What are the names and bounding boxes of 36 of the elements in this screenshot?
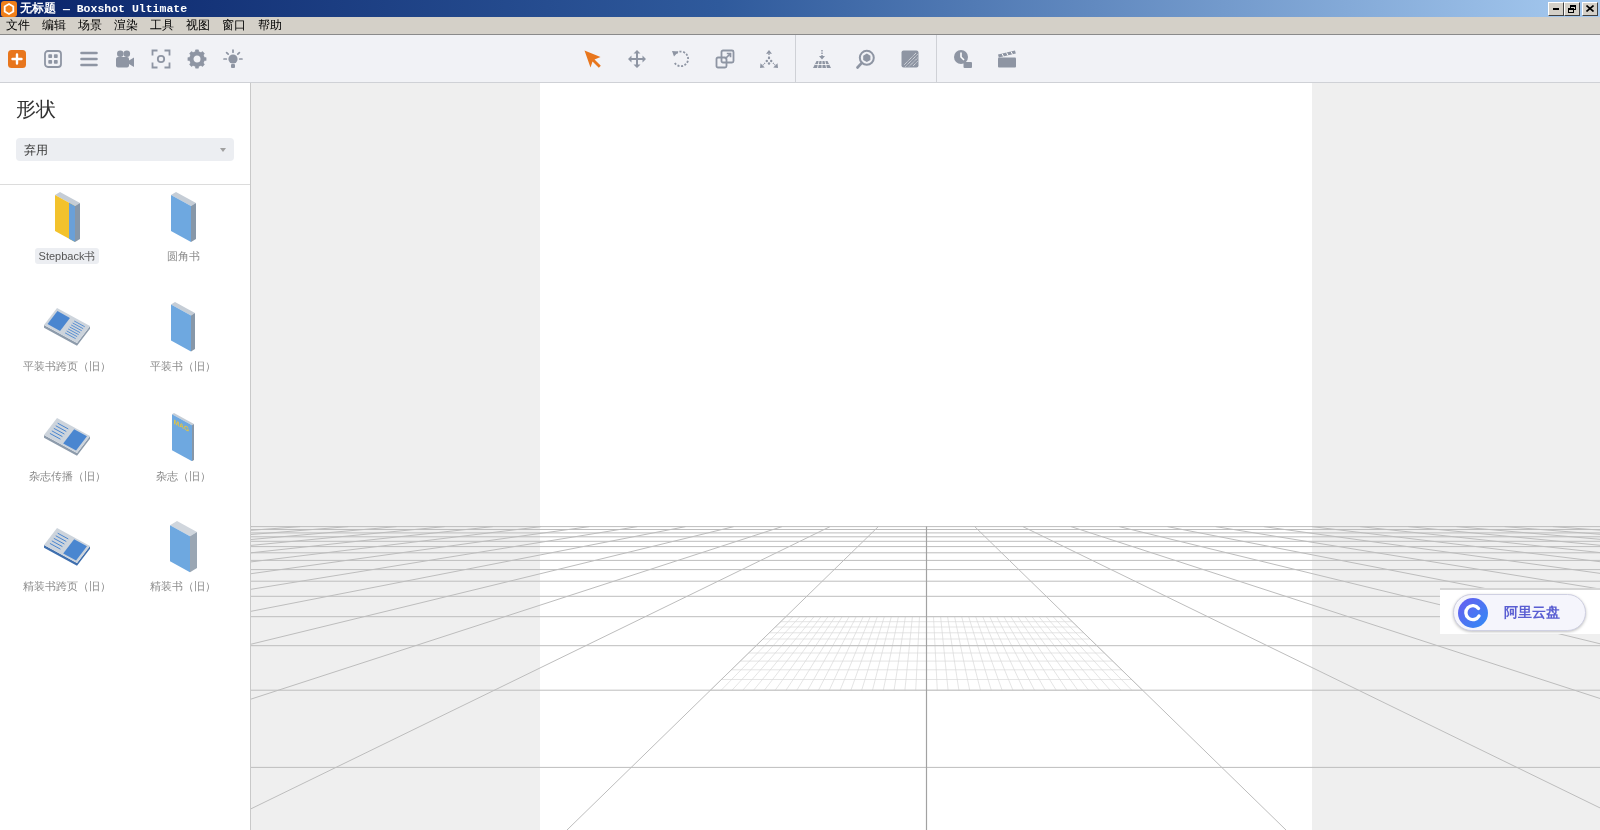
shape-label[interactable]: 圆角书 [162, 248, 204, 264]
close-button[interactable] [1582, 1, 1598, 16]
shape-label[interactable]: 精装书（旧） [146, 578, 220, 594]
book-icon[interactable] [54, 192, 80, 242]
close-icon [1586, 5, 1594, 12]
panel-title: 形状 [15, 97, 57, 121]
menu-item[interactable]: 窗口 [216, 17, 252, 34]
open-book-icon[interactable] [44, 528, 90, 566]
cloud-drive-logo-icon [1458, 597, 1488, 628]
menu-item[interactable]: 编辑 [36, 17, 72, 34]
caret-icon [220, 147, 226, 152]
shape-label[interactable]: Stepback书 [34, 248, 100, 264]
menu-item[interactable]: 工具 [144, 17, 180, 34]
menu-item[interactable]: 文件 [0, 17, 36, 34]
open-book-icon[interactable] [44, 308, 90, 346]
restore-button[interactable] [1564, 1, 1580, 16]
app-logo-icon [1, 0, 17, 17]
shape-label[interactable]: 平装书（旧） [146, 358, 220, 374]
window-title: 无标题 — Boxshot Ultimate [20, 1, 188, 17]
cloud-drive-button[interactable]: 阿里云盘 [1453, 594, 1586, 631]
book-icon[interactable] [170, 192, 196, 242]
book-icon[interactable] [171, 302, 195, 352]
menu-item[interactable]: 帮助 [252, 17, 288, 34]
minimize-button[interactable] [1548, 1, 1564, 16]
open-magazine-icon[interactable] [44, 418, 90, 456]
menu-item[interactable]: 场景 [72, 17, 108, 34]
shape-label[interactable]: 杂志（旧） [151, 468, 215, 484]
shape-label[interactable]: 平装书跨页（旧） [19, 358, 115, 374]
menu-item[interactable]: 视图 [180, 17, 216, 34]
category-dropdown[interactable]: 弃用 [16, 138, 234, 161]
book-icon[interactable] [169, 521, 197, 573]
shape-label[interactable]: 精装书跨页（旧） [19, 578, 115, 594]
minimize-icon [1553, 7, 1559, 10]
menu-item[interactable]: 渲染 [108, 17, 144, 34]
shape-label[interactable]: 杂志传播（旧） [24, 468, 110, 484]
restore-icon [1568, 4, 1576, 13]
